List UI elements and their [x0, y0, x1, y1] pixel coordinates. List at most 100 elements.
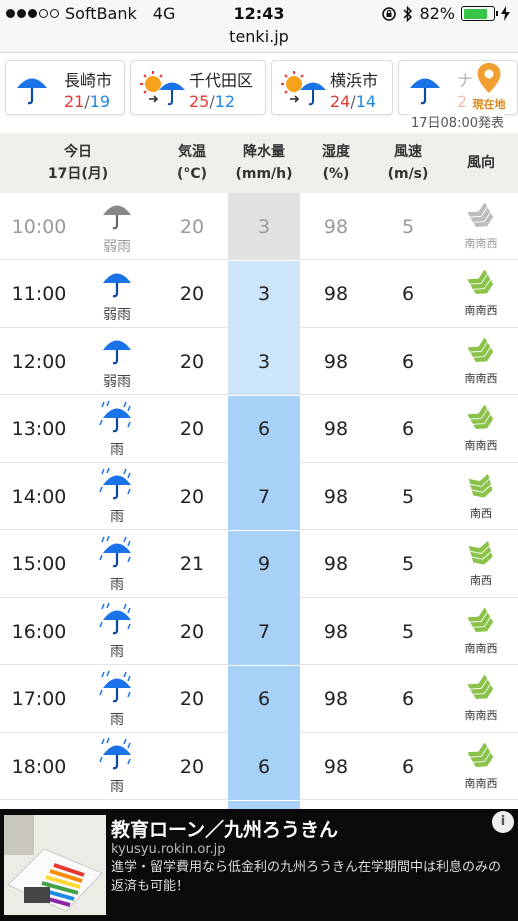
row-direction: 南西	[444, 463, 518, 530]
row-time: 13:00	[11, 418, 67, 440]
row-rain: 6	[228, 665, 300, 733]
weather-label: 雨	[110, 779, 124, 795]
header-humidity: 湿度 (%)	[300, 133, 372, 193]
row-humidity: 98	[323, 485, 349, 508]
row-direction: 南南西	[444, 733, 518, 800]
direction-label: 南西	[470, 574, 492, 587]
sun-to-rain-icon	[139, 71, 187, 113]
header-wind: 風速 (m/s)	[372, 133, 444, 193]
issued-time: 17日08:00発表	[408, 112, 504, 131]
header-temp-label: 気温	[178, 143, 206, 160]
header-rain-label: 降水量	[243, 143, 285, 160]
header-wind-label: 風速	[394, 143, 422, 160]
ad-title[interactable]: 教育ローン／九州ろうきん	[111, 815, 338, 842]
wind-direction-icon	[467, 674, 494, 706]
row-weather: 雨	[78, 733, 156, 800]
row-weather: 弱雨	[78, 193, 156, 260]
wind-direction-icon	[467, 404, 494, 436]
city-card[interactable]: 横浜市 24/14	[271, 60, 393, 115]
header-humidity-unit: (%)	[322, 166, 350, 182]
current-location-button[interactable]: 現在地	[466, 62, 512, 112]
row-weather: 弱雨	[78, 328, 156, 395]
bluetooth-icon	[403, 5, 413, 22]
rain-umbrella-icon	[99, 737, 135, 776]
row-temp: 20	[179, 283, 205, 305]
table-row: 16:00 雨 20 7 98 5 南南西	[0, 598, 518, 665]
direction-label: 南南西	[464, 304, 498, 317]
row-temp: 20	[179, 755, 205, 778]
row-wind: 5	[401, 485, 415, 508]
wind-direction-icon	[467, 201, 494, 234]
table-row: 12:00 弱雨 20 3 98 6 南南西	[0, 328, 518, 395]
table-row: 13:00 雨 20 6 98 6 南南西	[0, 395, 518, 463]
row-weather: 弱雨	[78, 261, 156, 328]
row-humidity: 98	[323, 215, 349, 238]
header-date-label: 17日(月)	[47, 166, 109, 182]
row-wind: 5	[401, 553, 415, 575]
rain-umbrella-icon	[99, 670, 135, 709]
row-direction: 南南西	[444, 261, 518, 328]
charging-icon	[501, 6, 510, 21]
weather-label: 雨	[110, 644, 124, 660]
row-temp: 20	[179, 485, 205, 508]
row-humidity: 98	[323, 688, 349, 710]
row-wind: 6	[401, 688, 415, 710]
city-name: 横浜市	[330, 71, 379, 90]
header-wind-unit: (m/s)	[387, 166, 429, 182]
ad-banner[interactable]: 教育ローン／九州ろうきん kyusyu.rokin.or.jp 進学・留学費用な…	[0, 809, 518, 921]
header-rain: 降水量 (mm/h)	[228, 133, 300, 193]
row-weather: 雨	[78, 463, 156, 530]
ad-info-icon[interactable]: i	[492, 811, 514, 833]
sun-to-rain-icon	[280, 71, 328, 113]
row-wind: 5	[401, 620, 415, 643]
row-time: 17:00	[11, 688, 67, 710]
battery-icon	[461, 6, 498, 21]
row-rain: 7	[228, 598, 300, 665]
direction-label: 南南西	[464, 709, 498, 722]
header-day: 今日	[64, 143, 92, 160]
wind-direction-icon	[467, 269, 494, 301]
table-row: 17:00 雨 20 6 98 6 南南西	[0, 665, 518, 733]
ad-description: 進学・留学費用なら低金利の九州ろうきん在学期間中は利息のみの返済も可能！	[111, 860, 502, 894]
weather-label: 弱雨	[103, 239, 131, 255]
table-row: 18:00 雨 20 6 98 6 南南西	[0, 733, 518, 800]
table-row: 10:00 弱雨 20 3 98 5 南南西	[0, 193, 518, 260]
rain-umbrella-icon	[99, 400, 135, 439]
battery-percent: 82%	[419, 4, 455, 23]
rain-umbrella-icon	[99, 602, 135, 641]
row-temp: 20	[179, 215, 205, 238]
row-humidity: 98	[323, 418, 349, 440]
row-rain: 6	[228, 733, 300, 800]
row-humidity: 98	[323, 553, 349, 575]
ad-image[interactable]	[4, 815, 106, 915]
row-direction: 南南西	[444, 598, 518, 665]
umbrella-icon	[99, 265, 135, 304]
direction-label: 南南西	[464, 641, 498, 655]
rain-umbrella-icon	[99, 467, 135, 506]
direction-label: 南南西	[464, 439, 498, 452]
row-humidity: 98	[323, 350, 349, 373]
ad-url[interactable]: kyusyu.rokin.or.jp	[111, 842, 225, 857]
city-card[interactable]: 長崎市 21/19	[5, 60, 125, 115]
umbrella-icon	[99, 332, 135, 371]
wind-direction-icon	[467, 741, 494, 774]
wind-direction-icon	[468, 540, 494, 571]
current-location-label: 現在地	[472, 98, 506, 111]
weather-label: 雨	[110, 711, 124, 728]
city-card[interactable]: 千代田区 25/12	[130, 60, 266, 115]
row-time: 16:00	[11, 620, 67, 643]
address-bar[interactable]: tenki.jp	[0, 27, 518, 53]
row-rain: 7	[228, 463, 300, 530]
city-name: 長崎市	[64, 71, 113, 90]
city-temps: 21/19	[64, 92, 111, 111]
url-text: tenki.jp	[229, 27, 289, 46]
row-rain: 3	[228, 193, 300, 260]
rain-umbrella-icon	[99, 535, 135, 574]
row-weather: 雨	[78, 396, 156, 463]
direction-label: 南西	[470, 506, 492, 520]
direction-label: 南南西	[464, 236, 498, 250]
table-header: 今日 17日(月) 気温 (°C) 降水量 (mm/h) 湿度 (%) 風速 (…	[0, 133, 518, 193]
header-temp-unit: (°C)	[176, 166, 208, 182]
row-time: 10:00	[11, 215, 67, 238]
row-direction: 南西	[444, 531, 518, 598]
